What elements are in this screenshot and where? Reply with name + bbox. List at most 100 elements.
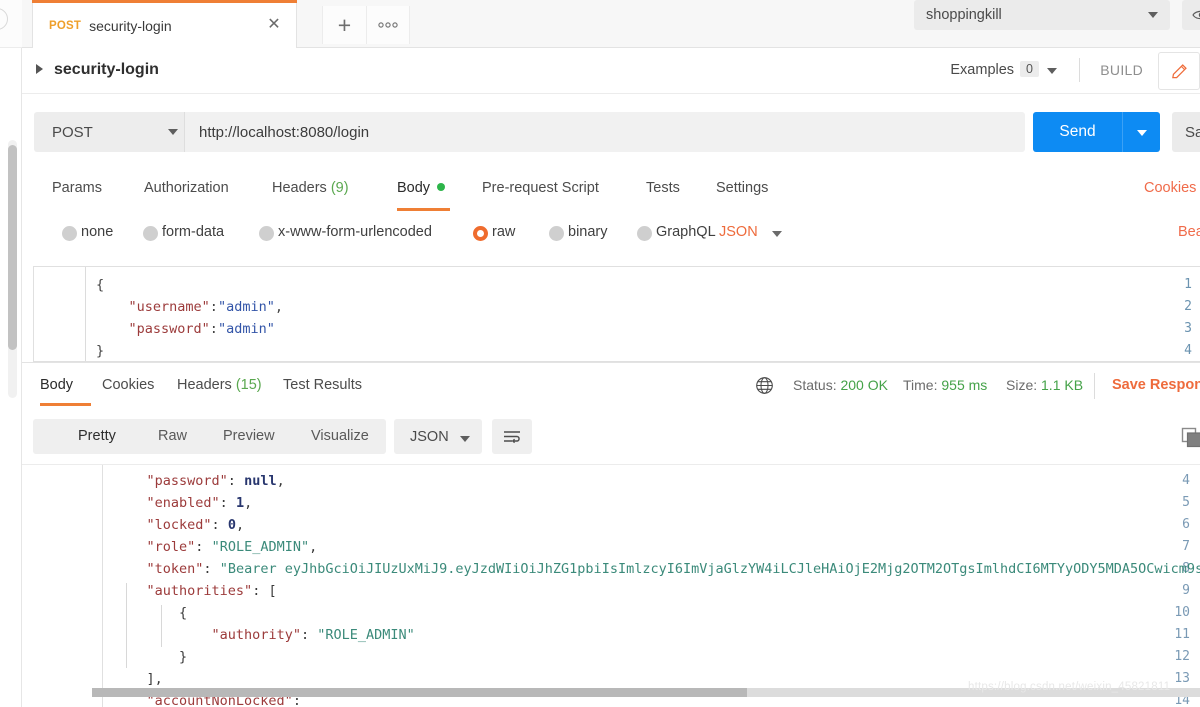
code-token bbox=[114, 627, 212, 643]
radio-none[interactable] bbox=[62, 226, 77, 241]
radio-GraphQL[interactable] bbox=[637, 226, 652, 241]
code-token: "authorities" bbox=[147, 583, 253, 599]
line-number: 3 bbox=[1184, 321, 1192, 336]
indent-guide bbox=[161, 605, 162, 647]
environment-quick-look-button[interactable] bbox=[1182, 0, 1200, 30]
response-tab-body[interactable]: Body bbox=[40, 377, 73, 393]
radio-raw[interactable] bbox=[473, 226, 488, 241]
cookies-link[interactable]: Cookies bbox=[1144, 180, 1196, 196]
response-tab-headers[interactable]: Headers (15) bbox=[177, 377, 262, 393]
code-line: "authority": "ROLE_ADMIN" bbox=[114, 627, 415, 643]
code-token: 0 bbox=[228, 517, 236, 533]
body-type-x-www-form-urlencoded[interactable]: x-www-form-urlencoded bbox=[278, 224, 432, 240]
pencil-icon bbox=[1170, 62, 1189, 81]
tab-method-label: POST bbox=[49, 20, 81, 32]
body-type-none[interactable]: none bbox=[81, 224, 113, 240]
line-number: 7 bbox=[1182, 539, 1190, 554]
code-token: 1 bbox=[236, 495, 244, 511]
code-token: : bbox=[301, 627, 317, 643]
more-tabs-icon[interactable] bbox=[366, 6, 410, 44]
code-token bbox=[114, 561, 147, 577]
response-tab-cookies[interactable]: Cookies bbox=[102, 377, 154, 393]
radio-form-data[interactable] bbox=[143, 226, 158, 241]
url-bar: POST http://localhost:8080/login Send Sa… bbox=[22, 94, 1200, 170]
request-tab-params[interactable]: Params bbox=[52, 180, 102, 196]
request-body-editor[interactable]: 1{2 "username":"admin",3 "password":"adm… bbox=[33, 266, 1200, 362]
copy-response-button[interactable] bbox=[1180, 426, 1200, 450]
examples-label: Examples bbox=[950, 62, 1014, 78]
chevron-down-icon[interactable] bbox=[1047, 68, 1057, 74]
request-tab-headers[interactable]: Headers (9) bbox=[272, 180, 349, 196]
code-token: "Bearer eyJhbGciOiJIUzUxMiJ9.eyJzdWIiOiJ… bbox=[220, 561, 1200, 577]
expand-arrow-icon[interactable] bbox=[36, 64, 43, 74]
divider bbox=[1094, 373, 1095, 399]
save-button[interactable]: Save bbox=[1172, 112, 1200, 152]
code-line: { bbox=[96, 277, 104, 293]
response-horizontal-scrollbar-thumb[interactable] bbox=[92, 688, 747, 697]
close-icon[interactable]: ✕ bbox=[266, 17, 282, 33]
request-tab-security-login[interactable]: POST security-login ✕ bbox=[32, 3, 297, 48]
build-button[interactable]: BUILD bbox=[1100, 62, 1143, 78]
body-type-form-data[interactable]: form-data bbox=[162, 224, 224, 240]
send-button[interactable]: Send bbox=[1033, 112, 1122, 152]
code-token bbox=[96, 299, 129, 315]
examples-count-badge: 0 bbox=[1020, 61, 1039, 77]
postman-window: POST security-login ✕ + shoppingkill sec… bbox=[0, 0, 1200, 707]
body-type-radiogroup: none form-data x-www-form-urlencoded raw bin… bbox=[22, 213, 1200, 255]
body-type-raw[interactable]: raw bbox=[492, 224, 515, 240]
code-token: , bbox=[277, 473, 285, 489]
environment-label: shoppingkill bbox=[926, 7, 1002, 23]
chevron-down-icon bbox=[1148, 12, 1158, 18]
line-number: 4 bbox=[1182, 473, 1190, 488]
ellipsis-icon bbox=[376, 21, 400, 29]
request-vertical-scrollbar-thumb[interactable] bbox=[8, 145, 17, 350]
response-view-pretty[interactable]: Pretty bbox=[78, 428, 116, 444]
code-line: "password": null, bbox=[114, 473, 285, 489]
response-tab-test-results[interactable]: Test Results bbox=[283, 377, 362, 393]
examples-control[interactable]: Examples 0 bbox=[950, 61, 1039, 78]
code-token: , bbox=[309, 539, 317, 555]
request-tab-pre-request-script[interactable]: Pre-request Script bbox=[482, 180, 599, 196]
code-token bbox=[114, 583, 147, 599]
edit-request-button[interactable] bbox=[1158, 52, 1200, 90]
save-response-button[interactable]: Save Respon bbox=[1112, 377, 1200, 393]
code-token: : [ bbox=[252, 583, 276, 599]
chevron-down-icon bbox=[460, 436, 470, 442]
status-value: 200 OK bbox=[840, 377, 887, 393]
body-format-label[interactable]: JSON bbox=[719, 224, 758, 240]
radio-binary[interactable] bbox=[549, 226, 564, 241]
request-config-tabs: Params Authorization Headers (9) Body Pre-re… bbox=[22, 170, 1200, 212]
request-tab-authorization[interactable]: Authorization bbox=[144, 180, 229, 196]
time-label: Time: bbox=[903, 377, 937, 393]
size-value: 1.1 KB bbox=[1041, 377, 1083, 393]
size-label: Size: bbox=[1006, 377, 1037, 393]
request-tab-settings[interactable]: Settings bbox=[716, 180, 768, 196]
code-token: : bbox=[203, 561, 219, 577]
send-options-button[interactable] bbox=[1122, 112, 1160, 152]
line-number: 9 bbox=[1182, 583, 1190, 598]
code-token: "admin" bbox=[218, 321, 275, 337]
response-view-visualize[interactable]: Visualize bbox=[311, 428, 369, 444]
radio-x-www-form-urlencoded[interactable] bbox=[259, 226, 274, 241]
code-token: , bbox=[244, 495, 252, 511]
body-type-GraphQL[interactable]: GraphQL bbox=[656, 224, 716, 240]
request-tab-tests[interactable]: Tests bbox=[646, 180, 680, 196]
http-method-select[interactable]: POST bbox=[34, 112, 184, 152]
environment-selector[interactable]: shoppingkill bbox=[914, 0, 1170, 30]
code-token bbox=[96, 321, 129, 337]
chevron-down-icon[interactable] bbox=[772, 231, 782, 237]
code-token: "locked" bbox=[147, 517, 212, 533]
response-view-preview[interactable]: Preview bbox=[223, 428, 275, 444]
code-token: "ROLE_ADMIN" bbox=[212, 539, 310, 555]
wrap-lines-button[interactable] bbox=[492, 419, 532, 454]
url-input[interactable]: http://localhost:8080/login bbox=[184, 112, 1025, 152]
response-view-raw[interactable]: Raw bbox=[158, 428, 187, 444]
new-tab-button[interactable]: + bbox=[322, 6, 366, 44]
response-body-viewer[interactable]: 4 "password": null,5 "enabled": 1,6 "loc… bbox=[22, 464, 1200, 707]
code-token: { bbox=[114, 605, 187, 621]
indent-guide bbox=[126, 583, 127, 668]
status-meta: Status: 200 OK bbox=[793, 377, 888, 393]
body-type-binary[interactable]: binary bbox=[568, 224, 608, 240]
request-tab-body[interactable]: Body bbox=[397, 180, 445, 196]
response-gutter bbox=[33, 465, 103, 707]
